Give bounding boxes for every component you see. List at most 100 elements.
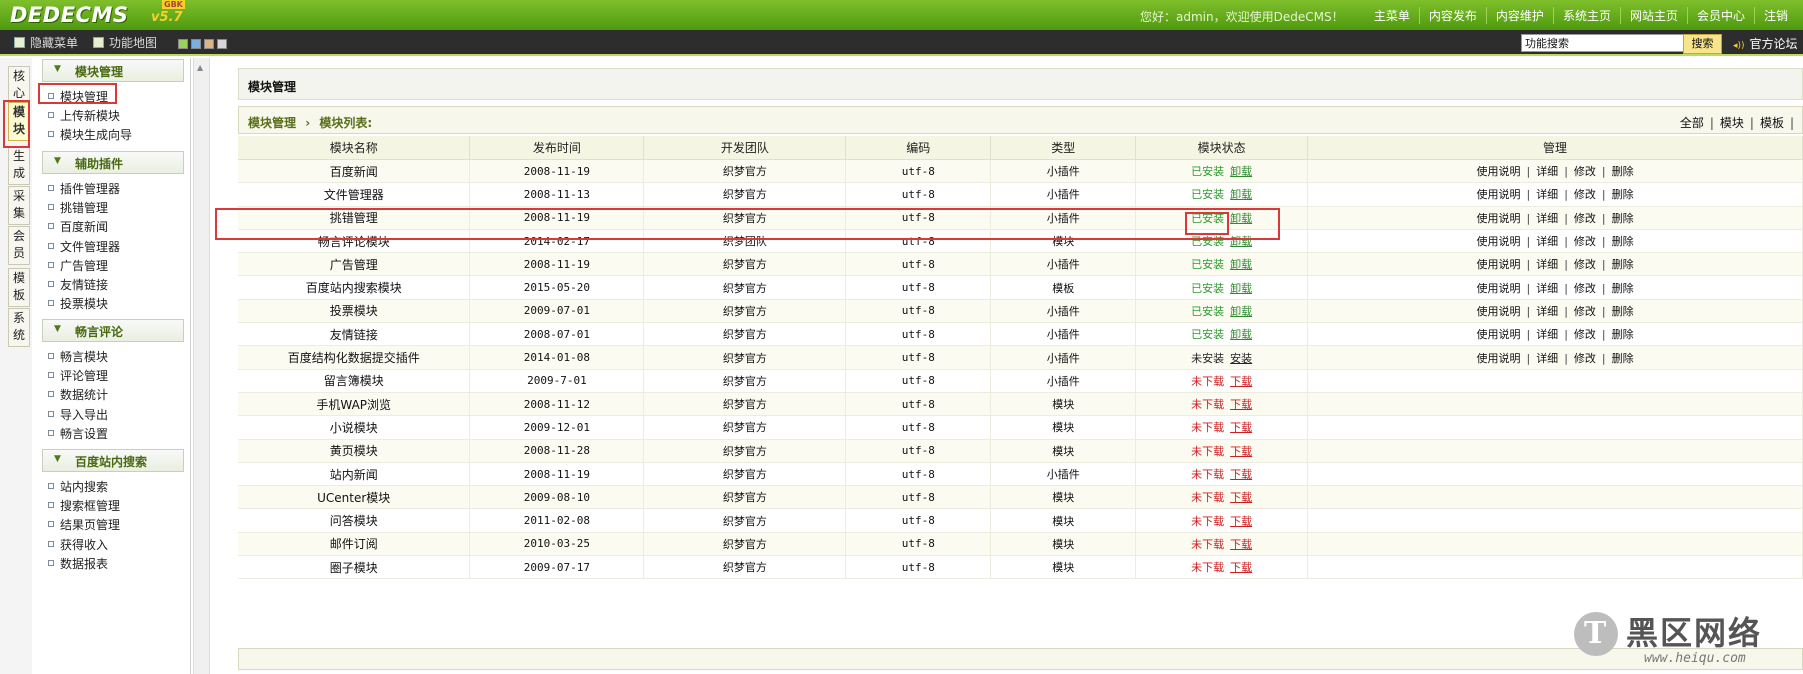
top-nav-item[interactable]: 会员中心 bbox=[1686, 7, 1754, 24]
vertical-tab[interactable]: 采集 bbox=[8, 186, 30, 225]
top-nav-item[interactable]: 内容发布 bbox=[1418, 7, 1486, 24]
sidebar-item[interactable]: 广告管理 bbox=[48, 257, 108, 274]
download-link[interactable]: 下载 bbox=[1230, 515, 1252, 528]
usage-guide-link[interactable]: 使用说明 bbox=[1476, 328, 1520, 341]
edit-link[interactable]: 修改 bbox=[1574, 282, 1596, 295]
delete-link[interactable]: 删除 bbox=[1612, 165, 1634, 178]
usage-guide-link[interactable]: 使用说明 bbox=[1476, 212, 1520, 225]
sidebar-item[interactable]: 导入导出 bbox=[48, 406, 108, 423]
top-nav-item[interactable]: 网站主页 bbox=[1619, 7, 1687, 24]
edit-link[interactable]: 修改 bbox=[1574, 165, 1596, 178]
sidebar-item[interactable]: 结果页管理 bbox=[48, 516, 120, 533]
sidebar-item[interactable]: 文件管理器 bbox=[48, 238, 120, 255]
theme-swatch[interactable] bbox=[217, 39, 227, 49]
detail-link[interactable]: 详细 bbox=[1536, 212, 1558, 225]
sidebar-item[interactable]: 投票模块 bbox=[48, 295, 108, 312]
download-link[interactable]: 下载 bbox=[1230, 468, 1252, 481]
sidebar-item[interactable]: 友情链接 bbox=[48, 276, 108, 293]
top-nav-item[interactable]: 主菜单 bbox=[1365, 7, 1419, 24]
scroll-up-icon[interactable]: ▲ bbox=[197, 63, 203, 72]
detail-link[interactable]: 详细 bbox=[1536, 328, 1558, 341]
usage-guide-link[interactable]: 使用说明 bbox=[1476, 258, 1520, 271]
delete-link[interactable]: 删除 bbox=[1612, 282, 1634, 295]
download-link[interactable]: 下载 bbox=[1230, 445, 1252, 458]
download-link[interactable]: 下载 bbox=[1230, 561, 1252, 574]
top-nav-item[interactable]: 注销 bbox=[1753, 7, 1797, 24]
sidebar-group-header[interactable]: ▼ 百度站内搜索 bbox=[42, 449, 184, 472]
theme-swatch[interactable] bbox=[191, 39, 201, 49]
vertical-tab[interactable]: 会员 bbox=[8, 226, 30, 265]
hide-menu-button[interactable]: 隐藏菜单 bbox=[14, 34, 78, 51]
uninstall-link[interactable]: 卸载 bbox=[1230, 212, 1252, 225]
usage-guide-link[interactable]: 使用说明 bbox=[1476, 165, 1520, 178]
official-forum-link[interactable]: ◂)) 官方论坛 bbox=[1733, 35, 1798, 52]
function-map-button[interactable]: 功能地图 bbox=[93, 34, 157, 51]
sidebar-item[interactable]: 畅言设置 bbox=[48, 425, 108, 442]
uninstall-link[interactable]: 卸载 bbox=[1230, 258, 1252, 271]
uninstall-link[interactable]: 卸载 bbox=[1230, 328, 1252, 341]
sidebar-item[interactable]: 数据报表 bbox=[48, 555, 108, 572]
delete-link[interactable]: 删除 bbox=[1612, 305, 1634, 318]
usage-guide-link[interactable]: 使用说明 bbox=[1476, 352, 1520, 365]
usage-guide-link[interactable]: 使用说明 bbox=[1476, 282, 1520, 295]
top-nav-item[interactable]: 内容维护 bbox=[1485, 7, 1553, 24]
filter-link[interactable]: 全部 bbox=[1680, 116, 1704, 130]
vertical-tab[interactable]: 模板 bbox=[8, 268, 30, 307]
uninstall-link[interactable]: 卸载 bbox=[1230, 188, 1252, 201]
filter-link[interactable]: 模板 bbox=[1760, 116, 1784, 130]
edit-link[interactable]: 修改 bbox=[1574, 235, 1596, 248]
sidebar-scrollbar[interactable]: ▲ bbox=[193, 58, 210, 674]
detail-link[interactable]: 详细 bbox=[1536, 282, 1558, 295]
detail-link[interactable]: 详细 bbox=[1536, 352, 1558, 365]
detail-link[interactable]: 详细 bbox=[1536, 305, 1558, 318]
sidebar-group-header[interactable]: ▼ 辅助插件 bbox=[42, 151, 184, 174]
download-link[interactable]: 下载 bbox=[1230, 398, 1252, 411]
vertical-tab[interactable]: 模块 bbox=[8, 102, 30, 141]
filter-link[interactable]: 模块 bbox=[1720, 116, 1744, 130]
detail-link[interactable]: 详细 bbox=[1536, 165, 1558, 178]
sidebar-item[interactable]: 百度新闻 bbox=[48, 218, 108, 235]
vertical-tab[interactable]: 生成 bbox=[8, 146, 30, 185]
sidebar-group-header[interactable]: ▼ 畅言评论 bbox=[42, 319, 184, 342]
sidebar-item[interactable]: 上传新模块 bbox=[48, 107, 120, 124]
uninstall-link[interactable]: 卸载 bbox=[1230, 305, 1252, 318]
sidebar-item[interactable]: 挑错管理 bbox=[48, 199, 108, 216]
edit-link[interactable]: 修改 bbox=[1574, 305, 1596, 318]
delete-link[interactable]: 删除 bbox=[1612, 212, 1634, 225]
edit-link[interactable]: 修改 bbox=[1574, 352, 1596, 365]
function-search-input[interactable] bbox=[1521, 34, 1687, 52]
sidebar-item[interactable]: 评论管理 bbox=[48, 367, 108, 384]
sidebar-item[interactable]: 数据统计 bbox=[48, 386, 108, 403]
delete-link[interactable]: 删除 bbox=[1612, 188, 1634, 201]
download-link[interactable]: 下载 bbox=[1230, 375, 1252, 388]
sidebar-group-header[interactable]: ▼ 模块管理 bbox=[42, 59, 184, 82]
usage-guide-link[interactable]: 使用说明 bbox=[1476, 305, 1520, 318]
detail-link[interactable]: 详细 bbox=[1536, 235, 1558, 248]
detail-link[interactable]: 详细 bbox=[1536, 258, 1558, 271]
usage-guide-link[interactable]: 使用说明 bbox=[1476, 235, 1520, 248]
sidebar-item[interactable]: 模块生成向导 bbox=[48, 126, 132, 143]
install-link[interactable]: 安装 bbox=[1230, 352, 1252, 365]
top-nav-item[interactable]: 系统主页 bbox=[1552, 7, 1620, 24]
vertical-tab[interactable]: 系统 bbox=[8, 308, 30, 347]
delete-link[interactable]: 删除 bbox=[1612, 352, 1634, 365]
theme-swatch[interactable] bbox=[204, 39, 214, 49]
search-button[interactable]: 搜索 bbox=[1683, 34, 1722, 54]
edit-link[interactable]: 修改 bbox=[1574, 188, 1596, 201]
uninstall-link[interactable]: 卸载 bbox=[1230, 282, 1252, 295]
download-link[interactable]: 下载 bbox=[1230, 491, 1252, 504]
download-link[interactable]: 下载 bbox=[1230, 421, 1252, 434]
uninstall-link[interactable]: 卸载 bbox=[1230, 165, 1252, 178]
sidebar-item[interactable]: 畅言模块 bbox=[48, 348, 108, 365]
theme-swatch[interactable] bbox=[178, 39, 188, 49]
edit-link[interactable]: 修改 bbox=[1574, 328, 1596, 341]
detail-link[interactable]: 详细 bbox=[1536, 188, 1558, 201]
sidebar-item[interactable]: 站内搜索 bbox=[48, 478, 108, 495]
delete-link[interactable]: 删除 bbox=[1612, 328, 1634, 341]
edit-link[interactable]: 修改 bbox=[1574, 258, 1596, 271]
sidebar-item[interactable]: 模块管理 bbox=[48, 88, 108, 105]
uninstall-link[interactable]: 卸载 bbox=[1230, 235, 1252, 248]
delete-link[interactable]: 删除 bbox=[1612, 258, 1634, 271]
sidebar-item[interactable]: 搜索框管理 bbox=[48, 497, 120, 514]
edit-link[interactable]: 修改 bbox=[1574, 212, 1596, 225]
